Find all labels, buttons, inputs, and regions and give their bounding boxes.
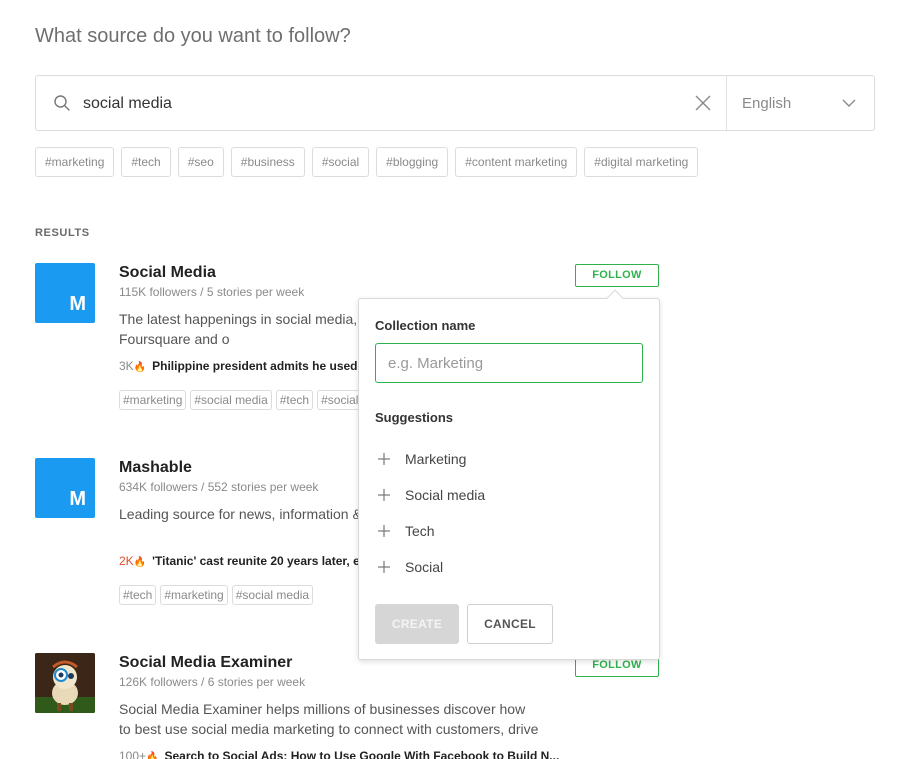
collection-name-label: Collection name xyxy=(375,318,476,333)
create-button[interactable]: CREATE xyxy=(375,604,459,644)
search-icon xyxy=(54,95,70,111)
plus-icon xyxy=(378,561,390,573)
tag-list: #marketing #tech #seo #business #social … xyxy=(35,147,699,177)
page-title: What source do you want to follow? xyxy=(35,25,351,47)
avatar[interactable]: M xyxy=(35,263,95,323)
tag-chip[interactable]: #seo xyxy=(177,147,224,177)
collection-popover: Collection name Suggestions Marketing So… xyxy=(358,289,660,660)
search-box: English xyxy=(35,75,875,131)
result-meta: 126K followers / 6 stories per week xyxy=(119,675,306,689)
flame-icon: 🔥 xyxy=(133,557,147,568)
result-tag[interactable]: #tech xyxy=(119,585,157,605)
result-tag[interactable]: #tech xyxy=(275,390,314,410)
story-title: 'Titanic' cast reunite 20 years later, e xyxy=(152,554,360,568)
result-description: Social Media Examiner helps millions of … xyxy=(119,701,539,737)
close-icon[interactable] xyxy=(693,93,713,113)
story-title: Philippine president admits he used xyxy=(152,359,358,373)
flame-icon: 🔥 xyxy=(133,362,147,373)
suggestion-item[interactable]: Marketing xyxy=(375,441,485,477)
follow-button[interactable]: FOLLOW xyxy=(575,264,659,287)
story-count: 3K🔥 xyxy=(119,359,147,373)
result-item: Social Media Examiner 126K followers / 6… xyxy=(35,653,659,759)
plus-icon xyxy=(378,453,390,465)
tag-chip[interactable]: #business xyxy=(230,147,305,177)
results-heading: RESULTS xyxy=(35,227,90,239)
result-tags: #marketing #social media #tech #social xyxy=(119,390,363,410)
result-tag[interactable]: #social media xyxy=(231,585,314,605)
tag-chip[interactable]: #digital marketing xyxy=(584,147,699,177)
language-select[interactable]: English xyxy=(727,76,875,130)
story-count: 100+🔥 xyxy=(119,749,158,759)
result-tag[interactable]: #marketing xyxy=(160,585,228,605)
tag-chip[interactable]: #content marketing xyxy=(455,147,578,177)
result-top-story[interactable]: 100+🔥 Search to Social Ads: How to Use Go… xyxy=(119,749,559,759)
suggestion-item[interactable]: Social xyxy=(375,549,485,585)
result-meta: 115K followers / 5 stories per week xyxy=(119,285,305,299)
result-tags: #tech #marketing #social media xyxy=(119,585,314,605)
avatar[interactable]: M xyxy=(35,458,95,518)
result-tag[interactable]: #social xyxy=(317,390,363,410)
examiner-logo-icon xyxy=(35,653,95,713)
suggestion-label: Social xyxy=(405,559,444,575)
tag-chip[interactable]: #social xyxy=(311,147,370,177)
language-label: English xyxy=(742,95,792,112)
result-title[interactable]: Social Media xyxy=(119,264,216,282)
suggestion-item[interactable]: Social media xyxy=(375,477,485,513)
story-title: Search to Social Ads: How to Use Google … xyxy=(164,749,560,759)
cancel-button[interactable]: CANCEL xyxy=(467,604,553,644)
suggestions-list: Marketing Social media Tech Social xyxy=(375,441,485,585)
result-top-story[interactable]: 2K🔥 'Titanic' cast reunite 20 years later… xyxy=(119,554,360,568)
chevron-down-icon xyxy=(842,99,856,107)
tag-chip[interactable]: #marketing xyxy=(35,147,115,177)
suggestion-item[interactable]: Tech xyxy=(375,513,485,549)
suggestions-label: Suggestions xyxy=(375,410,454,425)
result-top-story[interactable]: 3K🔥 Philippine president admits he used xyxy=(119,359,358,373)
plus-icon xyxy=(378,489,390,501)
result-title[interactable]: Mashable xyxy=(119,459,192,477)
search-input[interactable] xyxy=(83,90,683,118)
story-count: 2K🔥 xyxy=(119,554,147,568)
tag-chip[interactable]: #blogging xyxy=(376,147,449,177)
avatar-letter: M xyxy=(69,293,86,315)
collection-name-input[interactable] xyxy=(375,343,643,383)
result-tag[interactable]: #social media xyxy=(190,390,272,410)
avatar[interactable] xyxy=(35,653,95,713)
suggestion-label: Marketing xyxy=(405,451,467,467)
avatar-letter: M xyxy=(69,488,86,510)
flame-icon: 🔥 xyxy=(146,752,159,759)
plus-icon xyxy=(378,525,390,537)
tag-chip[interactable]: #tech xyxy=(121,147,171,177)
result-title[interactable]: Social Media Examiner xyxy=(119,654,292,672)
result-tag[interactable]: #marketing xyxy=(119,390,187,410)
suggestion-label: Social media xyxy=(405,487,486,503)
suggestion-label: Tech xyxy=(405,523,435,539)
result-meta: 634K followers / 552 stories per week xyxy=(119,480,319,494)
